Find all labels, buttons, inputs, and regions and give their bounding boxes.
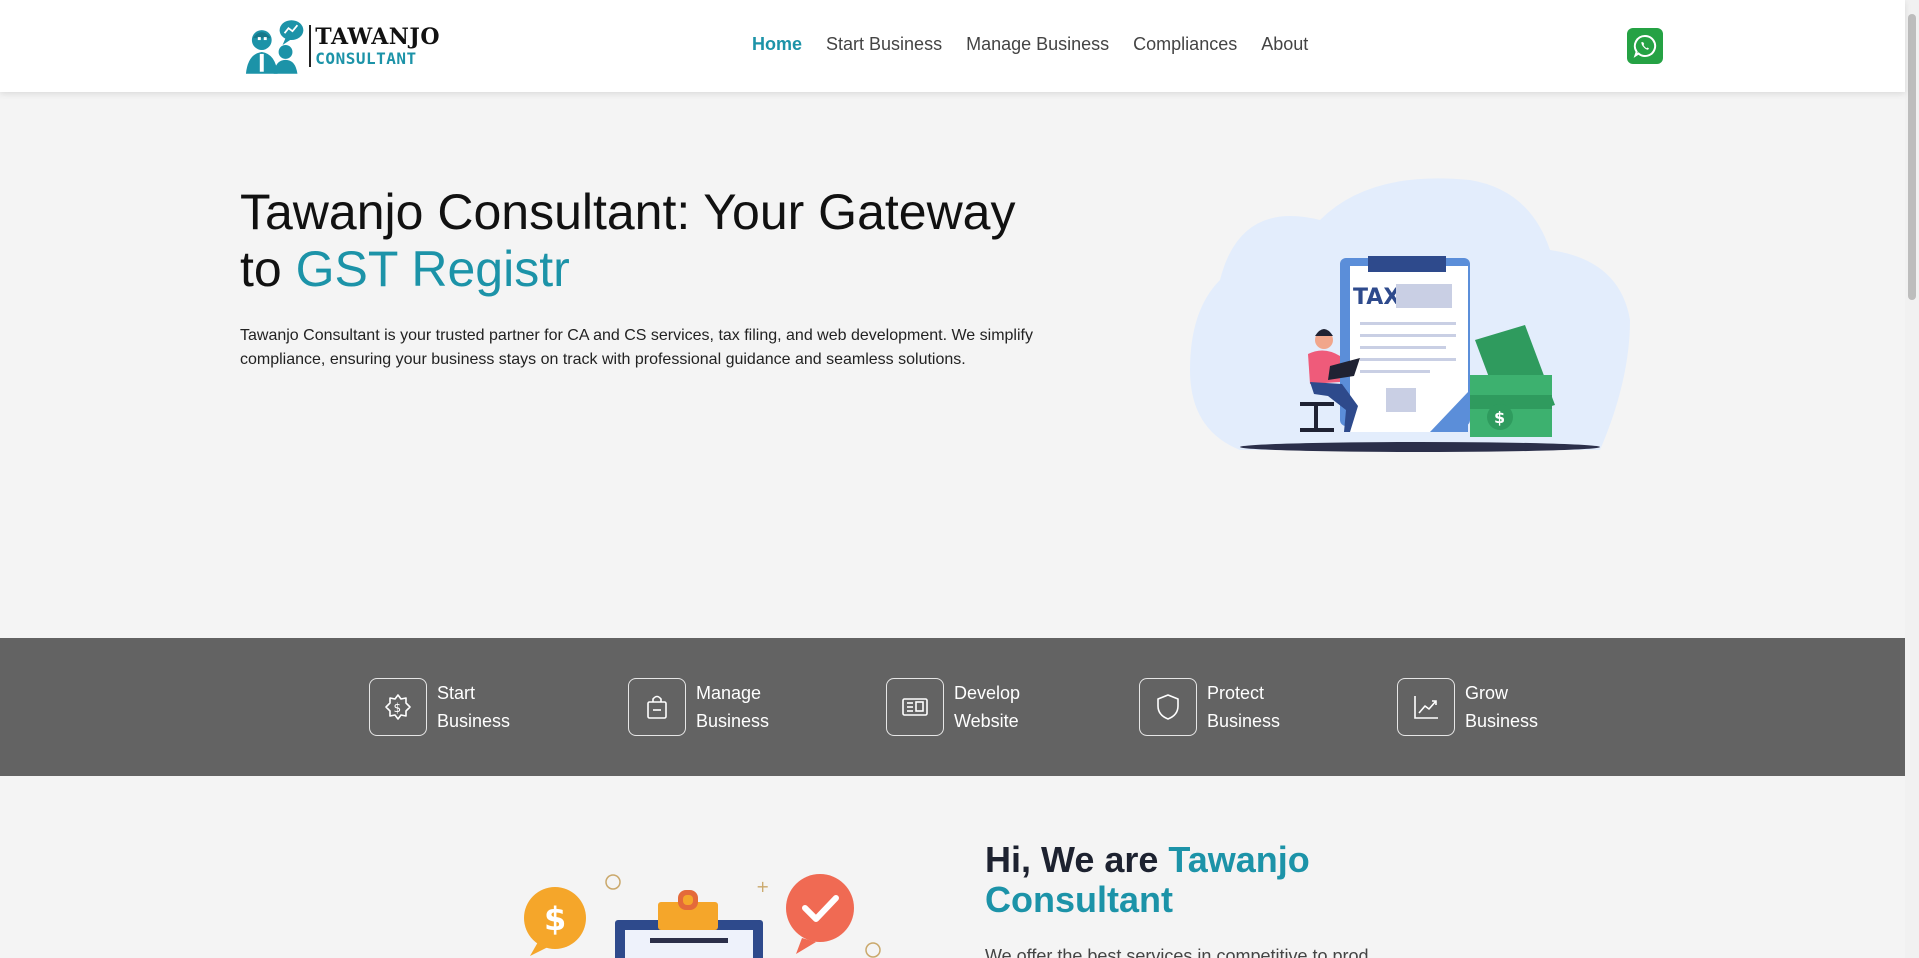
nav-home[interactable]: Home [752, 34, 802, 55]
dollar-gear-icon: $ [369, 678, 427, 736]
service-develop-website[interactable]: Develop Website [886, 678, 1044, 736]
service-grow-business[interactable]: Grow Business [1397, 678, 1555, 736]
hero-title: Tawanjo Consultant: Your Gateway to GST … [240, 184, 1060, 298]
about-body: We offer the best services in competitiv… [985, 946, 1384, 958]
about-title-main: Hi, We are [985, 839, 1169, 880]
shield-icon [1139, 678, 1197, 736]
svg-text:$: $ [394, 701, 402, 715]
nav-start-business[interactable]: Start Business [826, 34, 942, 55]
scrollbar-thumb[interactable] [1908, 14, 1916, 300]
nav-compliances[interactable]: Compliances [1133, 34, 1237, 55]
svg-text:+: + [756, 877, 769, 896]
service-label: Protect Business [1207, 683, 1281, 731]
logo-text: TAWANJO CONSULTANT [315, 26, 440, 67]
service-label: Manage Business [696, 683, 770, 731]
service-label: Grow Business [1465, 683, 1539, 731]
svg-text:$: $ [1494, 408, 1505, 427]
whatsapp-icon [1633, 34, 1657, 58]
logo-mark-icon [245, 20, 304, 74]
tax-label: TAX [1353, 285, 1400, 310]
nav-manage-business[interactable]: Manage Business [966, 34, 1109, 55]
service-start-business[interactable]: $ Start Business [369, 678, 527, 736]
hero-description: Tawanjo Consultant is your trusted partn… [240, 327, 1033, 368]
logo-divider [309, 25, 312, 67]
hero-title-accent: GST Registr [295, 241, 570, 297]
shopping-bag-icon [628, 678, 686, 736]
tax-illustration: TAX $ [1190, 178, 1630, 452]
about-title: Hi, We are Tawanjo Consultant [985, 840, 1385, 920]
service-label: Develop Website [954, 683, 1021, 731]
chart-line-icon [1397, 678, 1455, 736]
nav-about[interactable]: About [1261, 34, 1308, 55]
brand-logo[interactable]: TAWANJO CONSULTANT [240, 18, 440, 74]
site-header: TAWANJO CONSULTANT Home Start Business M… [0, 0, 1905, 92]
logo-name: TAWANJO [315, 23, 440, 50]
logo-tagline: CONSULTANT [315, 48, 417, 68]
service-label: Start Business [437, 683, 511, 731]
about-illustration: $ + [524, 874, 881, 958]
services-band: $ Start Business Manage Business Develop We… [0, 638, 1905, 776]
svg-text:$: $ [544, 900, 566, 938]
whatsapp-button[interactable] [1627, 28, 1663, 64]
page-scrollbar[interactable] [1905, 0, 1919, 958]
news-icon [886, 678, 944, 736]
service-protect-business[interactable]: Protect Business [1139, 678, 1297, 736]
service-manage-business[interactable]: Manage Business [628, 678, 786, 736]
main-nav: Home Start Business Manage Business Comp… [752, 34, 1308, 55]
